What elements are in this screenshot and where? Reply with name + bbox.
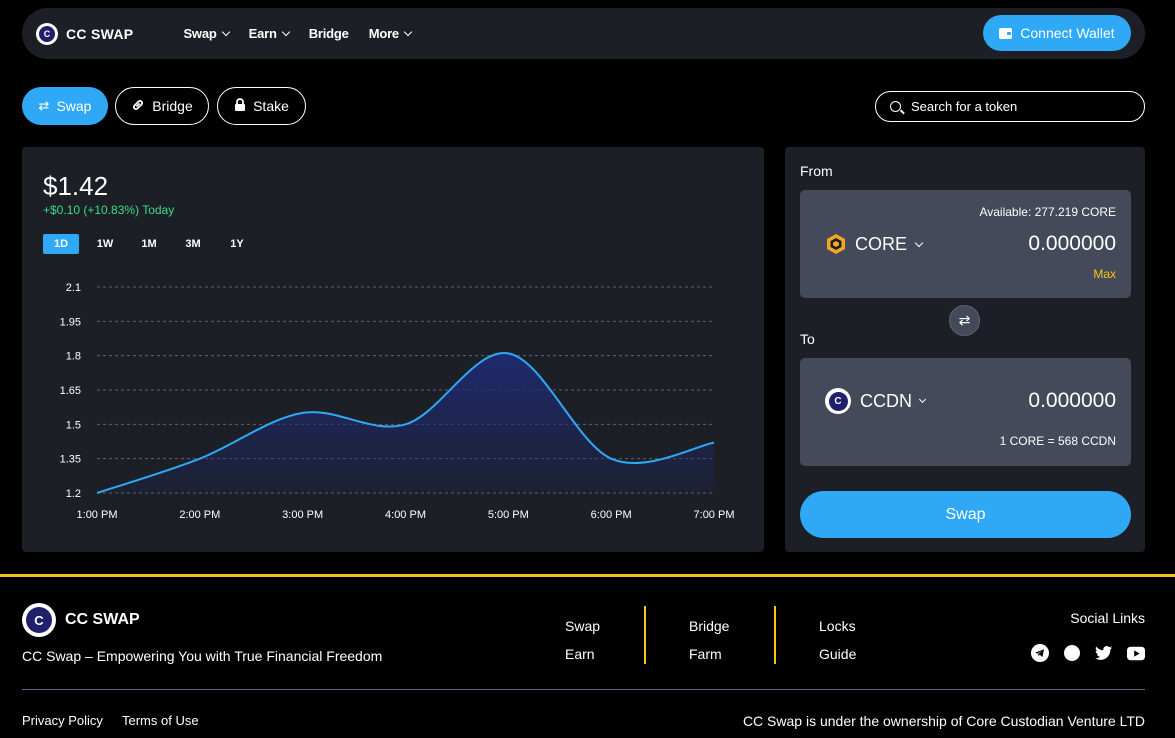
ownership-notice: CC Swap is under the ownership of Core C… <box>742 713 1145 729</box>
tab-bridge[interactable]: Bridge <box>115 87 209 125</box>
footer-divider <box>0 574 1175 577</box>
from-label: From <box>800 163 833 179</box>
chevron-down-icon <box>221 27 230 37</box>
footer-col-separator <box>774 606 776 664</box>
swap-arrows-icon: ⇄ <box>38 98 50 113</box>
footer-tagline: CC Swap – Empowering You with True Finan… <box>22 648 383 664</box>
tab-swap[interactable]: ⇄ Swap <box>22 87 108 125</box>
nav-swap-menu[interactable]: Swap <box>183 26 230 41</box>
privacy-policy-link[interactable]: Privacy Policy <box>22 713 103 728</box>
swap-submit-button[interactable]: Swap <box>800 491 1131 538</box>
y-tick-label: 1.2 <box>66 488 81 500</box>
footer-link-swap[interactable]: Swap <box>565 612 600 640</box>
token-search-input[interactable] <box>911 99 1131 114</box>
x-tick-label: 1:00 PM <box>77 509 118 521</box>
x-tick-label: 4:00 PM <box>385 509 426 521</box>
from-token-symbol: CORE <box>855 233 908 254</box>
y-tick-label: 1.8 <box>66 351 81 363</box>
connect-wallet-button[interactable]: Connect Wallet <box>983 15 1131 51</box>
y-tick-label: 1.35 <box>60 454 81 466</box>
nav-bridge-link[interactable]: Bridge <box>309 26 349 41</box>
medium-icon[interactable] <box>1063 644 1081 662</box>
to-token-symbol: CCDN <box>860 390 912 411</box>
footer-link-guide[interactable]: Guide <box>819 640 856 668</box>
nav-earn-menu[interactable]: Earn <box>248 26 290 41</box>
tab-stake-label: Stake <box>253 98 289 114</box>
social-links-title: Social Links <box>1070 610 1145 626</box>
footer-brand[interactable]: C CC SWAP <box>22 603 140 637</box>
price-area-fill <box>97 353 714 493</box>
footer-links-col-2: Bridge Farm <box>689 612 729 668</box>
y-tick-label: 1.5 <box>66 419 81 431</box>
footer-col-separator <box>644 606 646 664</box>
cc-logo-icon: C <box>22 603 56 637</box>
nav-links: Swap Earn Bridge More <box>183 26 413 41</box>
x-tick-label: 7:00 PM <box>694 509 735 521</box>
brand-name: CC SWAP <box>66 25 134 42</box>
max-button[interactable]: Max <box>1093 267 1116 281</box>
cc-logo-icon: C <box>36 22 58 45</box>
nav-earn-label: Earn <box>248 26 277 41</box>
x-tick-label: 3:00 PM <box>282 509 323 521</box>
link-icon <box>131 98 145 115</box>
nav-more-menu[interactable]: More <box>368 26 413 41</box>
nav-swap-label: Swap <box>183 26 217 41</box>
search-icon <box>890 101 901 112</box>
ccdn-token-icon: C <box>825 388 851 414</box>
core-token-icon <box>827 234 845 254</box>
x-tick-label: 6:00 PM <box>591 509 632 521</box>
x-tick-label: 2:00 PM <box>179 509 220 521</box>
footer-links-col-3: Locks Guide <box>819 612 856 668</box>
tab-swap-label: Swap <box>56 98 92 114</box>
footer-link-locks[interactable]: Locks <box>819 612 856 640</box>
footer-link-earn[interactable]: Earn <box>565 640 600 668</box>
chevron-down-icon <box>281 27 290 37</box>
footer-link-bridge[interactable]: Bridge <box>689 612 729 640</box>
nav-bridge-label: Bridge <box>308 26 349 41</box>
terms-of-use-link[interactable]: Terms of Use <box>122 713 199 728</box>
from-amount[interactable]: 0.000000 <box>1028 232 1116 256</box>
to-token-box: C CCDN 0.000000 1 CORE = 568 CCDN <box>800 358 1131 466</box>
from-token-selector[interactable]: CORE <box>825 233 924 255</box>
price-area-chart: 2.1 1.95 1.8 1.65 1.5 1.35 1.2 1:00 PM 2:00 PM 3:… <box>60 282 735 521</box>
y-tick-label: 1.95 <box>60 316 81 328</box>
y-tick-label: 2.1 <box>66 282 81 294</box>
tab-bridge-label: Bridge <box>152 98 193 114</box>
footer-rule <box>22 689 1145 690</box>
brand-logo-link[interactable]: C CC SWAP <box>36 22 134 45</box>
y-tick-label: 1.65 <box>60 385 81 397</box>
twitter-icon[interactable] <box>1095 644 1113 662</box>
chevron-down-icon <box>403 27 413 37</box>
tab-stake[interactable]: Stake <box>217 87 306 125</box>
lock-icon <box>234 97 246 115</box>
footer-brand-name: CC SWAP <box>65 611 140 628</box>
price-chart-panel: $1.42 +$0.10 (+10.83%) Today 1D 1W 1M 3M… <box>22 147 764 552</box>
available-balance: Available: 277.219 CORE <box>979 205 1116 219</box>
chevron-down-icon <box>918 395 927 404</box>
footer-links-col-1: Swap Earn <box>565 612 600 668</box>
wallet-icon <box>999 27 1013 39</box>
exchange-rate: 1 CORE = 568 CCDN <box>999 434 1116 448</box>
chevron-down-icon <box>914 238 924 247</box>
token-search-box <box>875 91 1145 122</box>
switch-tokens-button[interactable]: ⇄ <box>949 305 980 336</box>
nav-more-label: More <box>368 26 399 41</box>
top-navbar: C CC SWAP Swap Earn Bridge More Connect … <box>22 8 1145 59</box>
to-label: To <box>800 331 815 347</box>
swap-arrows-icon: ⇄ <box>958 312 971 328</box>
x-tick-label: 5:00 PM <box>488 509 529 521</box>
telegram-icon[interactable] <box>1031 644 1049 662</box>
to-token-selector[interactable]: C CCDN <box>825 388 927 414</box>
from-token-box: Available: 277.219 CORE CORE 0.000000 Ma… <box>800 190 1131 298</box>
youtube-icon[interactable] <box>1127 644 1145 662</box>
swap-panel: From Available: 277.219 CORE CORE 0.0000… <box>785 147 1145 552</box>
to-amount[interactable]: 0.000000 <box>1028 389 1116 413</box>
footer-link-farm[interactable]: Farm <box>689 640 729 668</box>
connect-wallet-label: Connect Wallet <box>1020 25 1115 41</box>
social-links <box>1031 644 1145 662</box>
